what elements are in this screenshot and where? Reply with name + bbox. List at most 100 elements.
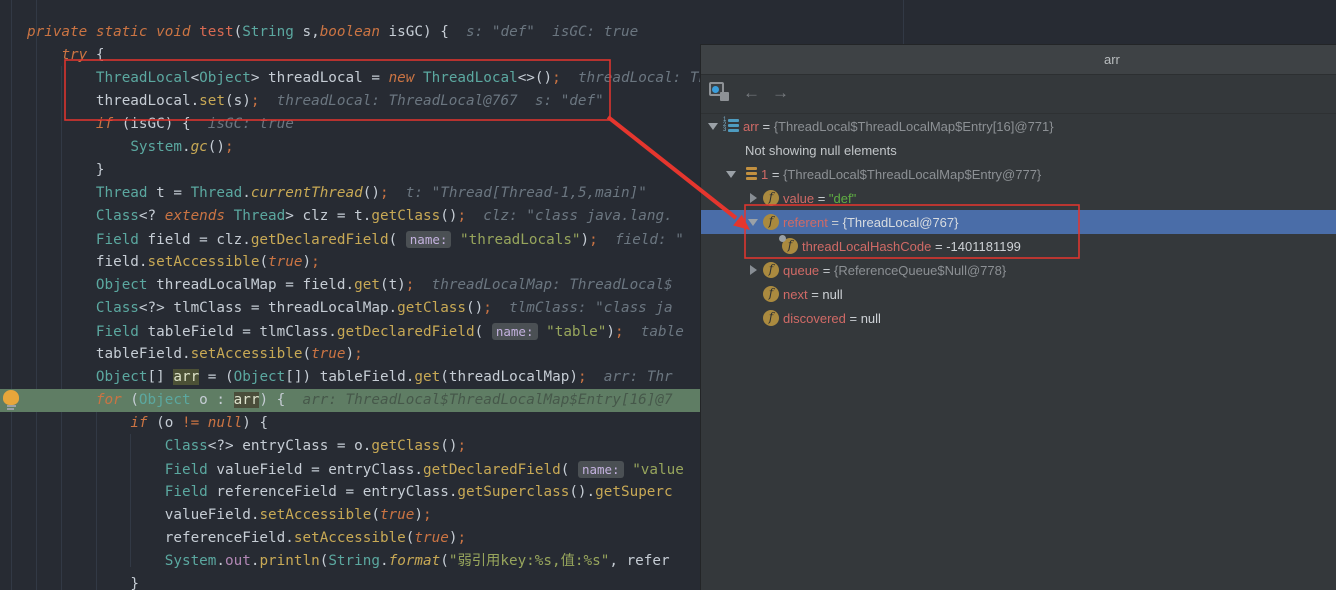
code-token: (	[259, 254, 268, 270]
tree-row-next[interactable]: fnext = null	[701, 282, 1336, 306]
code-token: "threadLocals"	[451, 232, 580, 248]
debugger-inline-hint: tlmClass: "class ja	[492, 300, 673, 316]
code-token: <?>	[208, 438, 242, 454]
field-icon: f	[763, 286, 779, 302]
debugger-inline-hint: arr: Thr	[587, 369, 673, 385]
code-token: if	[130, 415, 147, 431]
code-token: )	[346, 346, 355, 362]
code-token: ().	[569, 484, 595, 500]
tree-row-discovered[interactable]: fdiscovered = null	[701, 306, 1336, 330]
code-token: for	[96, 392, 122, 408]
code-token: threadLocal	[96, 93, 191, 109]
code-token: gc	[191, 139, 208, 155]
debugger-inline-hint: field: "	[598, 232, 684, 248]
code-line[interactable]: private static void test(String s,boolea…	[0, 21, 1336, 44]
code-token: t	[389, 277, 398, 293]
code-token: entryClass = o	[242, 438, 363, 454]
code-token: <	[191, 70, 200, 86]
code-token: .	[242, 232, 251, 248]
code-token: tableField	[320, 369, 406, 385]
code-token: ;	[423, 507, 432, 523]
popup-title-bar[interactable]: arr	[701, 45, 1336, 75]
code-token: Class	[96, 300, 139, 316]
code-token: clz = t	[303, 208, 363, 224]
variable-value: null	[861, 311, 881, 326]
code-token: Object	[199, 70, 251, 86]
forward-arrow-icon[interactable]: →	[772, 83, 789, 103]
code-token: getDeclaredField	[423, 462, 561, 478]
field-icon: f	[763, 310, 779, 326]
debugger-inline-hint: table	[624, 324, 684, 340]
code-token: ()	[440, 208, 457, 224]
expand-toggle[interactable]	[725, 166, 741, 182]
expand-toggle[interactable]	[747, 190, 763, 206]
code-token: setAccessible	[148, 254, 260, 270]
code-token: ThreadLocal	[414, 70, 517, 86]
code-token: Thread	[191, 185, 243, 201]
tree-row-arr[interactable]: 123arr = {ThreadLocal$ThreadLocalMap$Ent…	[701, 114, 1336, 138]
code-token: format	[389, 553, 441, 569]
inspect-variables-icon[interactable]	[709, 82, 731, 103]
watch-dot	[779, 235, 786, 242]
code-token: try	[61, 47, 87, 63]
tree-note: Not showing null elements	[745, 143, 897, 158]
expand-toggle[interactable]	[747, 262, 763, 278]
variable-name: discovered	[783, 311, 846, 326]
expand-toggle[interactable]	[707, 118, 723, 134]
code-token: .	[389, 300, 398, 316]
expand-toggle[interactable]	[747, 214, 763, 230]
back-arrow-icon[interactable]: ←	[743, 83, 760, 103]
code-token: isGC	[380, 24, 423, 40]
code-token: (	[380, 277, 389, 293]
inspect-icon-dot	[712, 86, 719, 93]
tree-row-referent[interactable]: freferent = {ThreadLocal@767}	[701, 210, 1336, 234]
variable-value: null	[822, 287, 842, 302]
code-token: Thread	[225, 208, 285, 224]
code-token: (o	[148, 415, 182, 431]
code-token: Field	[96, 232, 139, 248]
code-token: "value	[624, 462, 684, 478]
code-token: getClass	[371, 438, 440, 454]
tree-row-value[interactable]: fvalue = "def"	[701, 186, 1336, 210]
code-token: (	[122, 392, 139, 408]
intention-bulb-icon[interactable]	[3, 390, 20, 410]
tree-icon-cell: f	[763, 214, 783, 230]
code-token: (	[302, 346, 311, 362]
popup-title: arr	[1104, 52, 1120, 67]
code-token: referenceField = entryClass	[208, 484, 449, 500]
array-icon	[741, 167, 757, 181]
tree-note-row[interactable]: Not showing null elements	[701, 138, 1336, 162]
code-token: [])	[285, 369, 319, 385]
tree-row-queue[interactable]: fqueue = {ReferenceQueue$Null@778}	[701, 258, 1336, 282]
code-token: boolean	[320, 24, 380, 40]
code-token: threadLocal =	[268, 70, 389, 86]
code-token: ;	[457, 438, 466, 454]
variable-name: next	[783, 287, 808, 302]
code-token: .	[328, 324, 337, 340]
code-token: if	[96, 116, 113, 132]
code-token: ()	[363, 185, 380, 201]
debugger-inspect-popup: arr ← → 123arr = {ThreadLocal$ThreadLoca…	[700, 44, 1336, 590]
field-icon: f	[763, 190, 779, 206]
code-token: ;	[578, 369, 587, 385]
equals-separator: =	[931, 239, 946, 254]
code-token: ;	[354, 346, 363, 362]
code-token: null	[199, 415, 242, 431]
code-token: (	[389, 232, 406, 248]
variables-tree[interactable]: 123arr = {ThreadLocal$ThreadLocalMap$Ent…	[701, 114, 1336, 330]
code-token: <>()	[518, 70, 552, 86]
code-token: get	[354, 277, 380, 293]
tree-row-1[interactable]: 1 = {ThreadLocal$ThreadLocalMap$Entry@77…	[701, 162, 1336, 186]
code-token: <?>	[139, 300, 173, 316]
variable-value: {ThreadLocal@767}	[843, 215, 959, 230]
code-token: System	[130, 139, 182, 155]
debugger-inline-hint: isGC: true	[191, 116, 294, 132]
code-token: arr	[173, 369, 199, 385]
tree-row-threadLocalHashCode[interactable]: fthreadLocalHashCode = -1401181199	[701, 234, 1336, 258]
code-token: >	[285, 208, 302, 224]
code-token: Object	[139, 392, 191, 408]
code-token: setAccessible	[191, 346, 303, 362]
code-token: ;	[552, 70, 561, 86]
debugger-inline-hint: arr: ThreadLocal$ThreadLocalMap$Entry[16…	[285, 392, 672, 408]
code-token: String	[328, 553, 380, 569]
